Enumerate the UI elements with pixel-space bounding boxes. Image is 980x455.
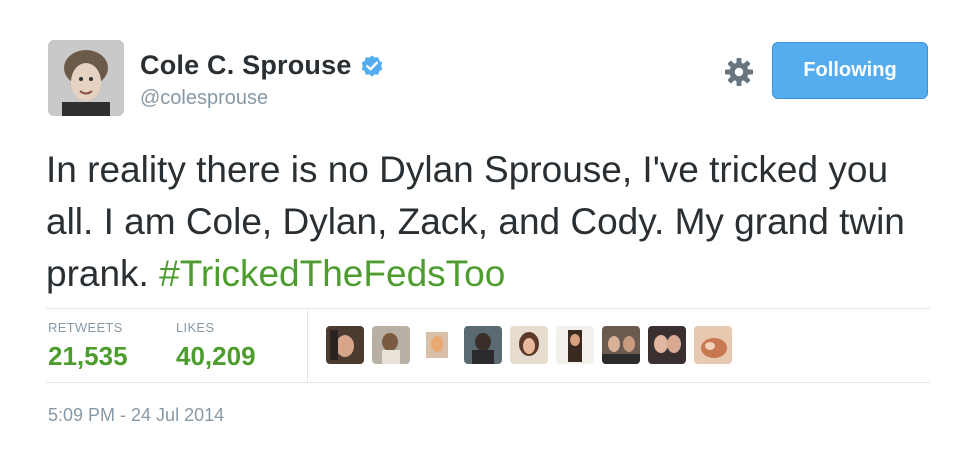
verified-badge-icon <box>360 54 384 78</box>
liker-avatar[interactable] <box>648 326 686 364</box>
liker-avatar[interactable] <box>418 326 456 364</box>
following-button[interactable]: Following <box>772 42 928 99</box>
stats-top-divider <box>46 308 930 309</box>
liker-avatar[interactable] <box>694 326 732 364</box>
profile-avatar[interactable] <box>48 40 124 116</box>
likes-label: LIKES <box>176 320 215 335</box>
author-handle[interactable]: @colesprouse <box>140 87 384 110</box>
profile-photo <box>48 40 124 116</box>
likes-stat[interactable]: LIKES 40,209 <box>176 320 256 372</box>
tweet-timestamp[interactable]: 5:09 PM - 24 Jul 2014 <box>48 405 224 426</box>
retweets-stat[interactable]: RETWEETS 21,535 <box>48 320 128 372</box>
liker-avatar[interactable] <box>556 326 594 364</box>
tweet-text: In reality there is no Dylan Sprouse, I'… <box>46 144 926 300</box>
gear-icon[interactable] <box>723 56 755 88</box>
liker-avatar[interactable] <box>510 326 548 364</box>
likes-count: 40,209 <box>176 341 256 371</box>
stats-bottom-divider <box>46 382 930 383</box>
liker-avatar[interactable] <box>602 326 640 364</box>
liker-avatar[interactable] <box>464 326 502 364</box>
stats-vertical-divider <box>307 309 308 382</box>
hashtag-link[interactable]: #TrickedTheFedsToo <box>159 253 505 294</box>
retweets-count: 21,535 <box>48 341 128 371</box>
liker-avatars <box>326 326 732 364</box>
author-info: Cole C. Sprouse @colesprouse <box>140 50 384 110</box>
liker-avatar[interactable] <box>326 326 364 364</box>
retweets-label: RETWEETS <box>48 320 123 335</box>
author-display-name[interactable]: Cole C. Sprouse <box>140 50 352 81</box>
liker-avatar[interactable] <box>372 326 410 364</box>
